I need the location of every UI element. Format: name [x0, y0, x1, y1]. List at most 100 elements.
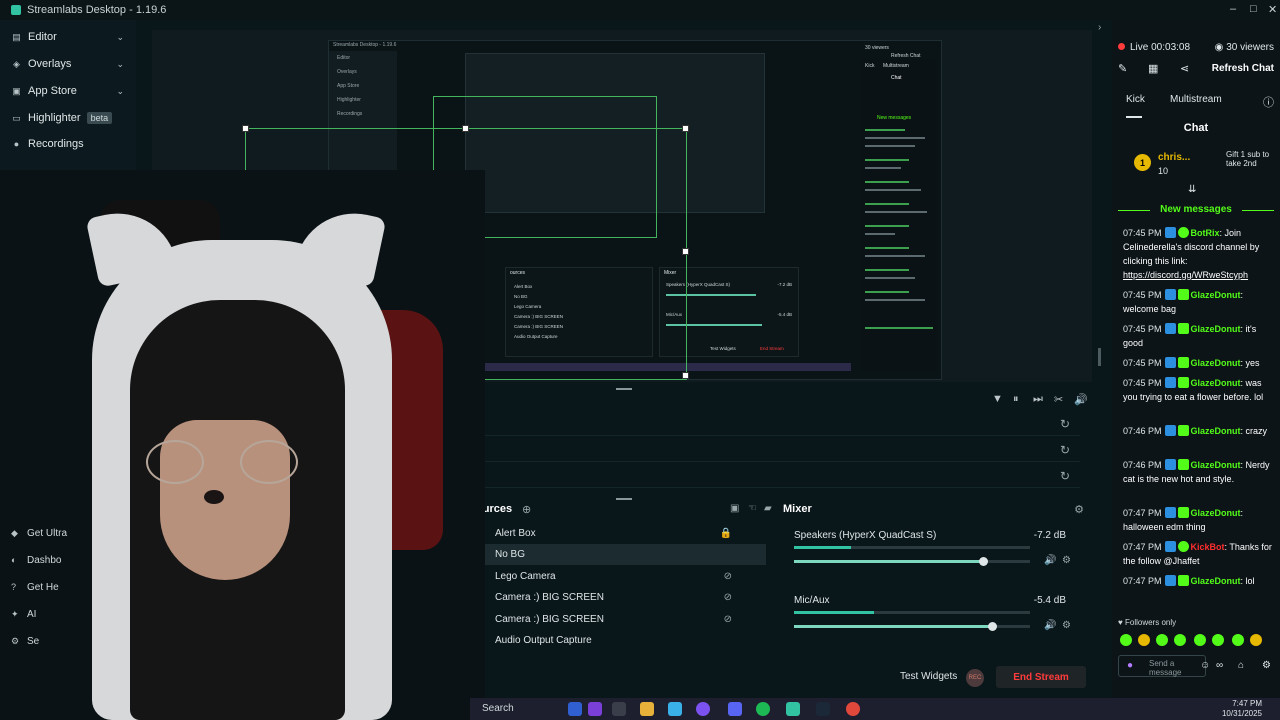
message-user[interactable]: GlazeDonut [1191, 576, 1241, 586]
chevron-down-icon[interactable]: ⌄ [116, 32, 124, 43]
source-row-camera-big-screen[interactable]: ● Camera :) BIG SCREEN ⊘ [476, 609, 766, 630]
sidebar-item-dashboard[interactable]: ◐ Dashbo [0, 549, 136, 571]
filter-icon[interactable]: ▼ [992, 393, 1003, 405]
gear-icon[interactable]: ⚙ [1062, 620, 1071, 631]
reload-icon[interactable]: ↻ [1060, 443, 1070, 457]
chat-message-input[interactable]: ● Send a message [1118, 655, 1206, 677]
taskbar-app-icon[interactable] [612, 702, 626, 716]
end-stream-button[interactable]: End Stream [996, 666, 1086, 688]
close-button[interactable]: ✕ [1268, 3, 1277, 16]
scene-row[interactable]: ↻ [480, 414, 1080, 436]
tab-kick[interactable]: Kick [1126, 94, 1145, 105]
chevron-down-icon[interactable]: ⌄ [116, 59, 124, 70]
sidebar-item-recordings[interactable]: ● Recordings [0, 131, 136, 157]
mic-icon[interactable]: ● [1127, 660, 1133, 671]
scene-row[interactable]: ↻ [480, 466, 1080, 488]
sidebar-item-app-store[interactable]: ▣ App Store ⌄ [0, 78, 136, 104]
emote-icon[interactable] [1194, 634, 1206, 646]
resize-handle[interactable] [682, 248, 689, 255]
volume-fader[interactable] [794, 622, 1030, 631]
emote-icon[interactable] [1232, 634, 1244, 646]
cursor-icon[interactable]: ☜ [748, 503, 757, 514]
folder-add-icon[interactable]: ▰ [764, 503, 772, 514]
source-row-audio-output-capture[interactable]: ● Audio Output Capture [476, 630, 766, 651]
chat-settings-icon[interactable]: ⚙ [1262, 660, 1271, 671]
scene-row[interactable]: ↻ [480, 440, 1080, 462]
message-user[interactable]: GlazeDonut [1191, 324, 1241, 334]
store-icon[interactable]: ⌂ [1238, 660, 1244, 671]
maximize-button[interactable]: □ [1250, 3, 1257, 15]
resize-handle[interactable] [242, 125, 249, 132]
test-widgets-button[interactable]: Test Widgets [900, 671, 957, 682]
source-row-camera-big-screen[interactable]: ● Camera :) BIG SCREEN ⊘ [476, 587, 766, 608]
emote-icon[interactable] [1120, 634, 1132, 646]
taskbar-app-icon[interactable] [696, 702, 710, 716]
emote-icon[interactable] [1174, 634, 1186, 646]
volume-fader-knob[interactable] [978, 557, 988, 566]
message-link[interactable]: https://discord.gg/WRweStcyph [1123, 270, 1248, 280]
mixer-settings-icon[interactable]: ✂ [1054, 393, 1063, 406]
volume-icon[interactable]: 🔊 [1074, 393, 1088, 406]
reload-icon[interactable]: ↻ [1060, 469, 1070, 483]
message-user[interactable]: GlazeDonut [1191, 358, 1241, 368]
resize-handle[interactable] [682, 372, 689, 379]
message-user[interactable]: GlazeDonut [1191, 460, 1241, 470]
taskbar-search[interactable]: Search [482, 703, 514, 714]
pause-icon[interactable]: ⏸ [1013, 393, 1019, 406]
spotify-icon[interactable] [756, 702, 770, 716]
next-icon[interactable]: ⏭ [1033, 393, 1043, 406]
volume-fader-knob[interactable] [988, 622, 998, 631]
folder-icon[interactable]: ▣ [730, 503, 739, 514]
resize-handle[interactable] [682, 125, 689, 132]
source-row-alert-box[interactable]: ● Alert Box 🔒 [476, 523, 766, 544]
discord-icon[interactable] [728, 702, 742, 716]
resize-handle[interactable] [462, 125, 469, 132]
message-user[interactable]: GlazeDonut [1191, 290, 1241, 300]
gear-icon[interactable]: ⚙ [1062, 555, 1071, 566]
message-user[interactable]: GlazeDonut [1191, 508, 1241, 518]
emote-icon[interactable] [1212, 634, 1224, 646]
hidden-icon[interactable]: ⊘ [724, 571, 732, 582]
share-icon[interactable]: ⋖ [1180, 62, 1189, 75]
sidebar-item-get-help[interactable]: ? Get He [0, 576, 136, 598]
emote-icon[interactable] [1156, 634, 1168, 646]
steam-icon[interactable] [816, 702, 830, 716]
reload-icon[interactable]: ↻ [1060, 417, 1070, 431]
gear-icon[interactable]: ⚙ [1074, 503, 1084, 516]
tab-multistream[interactable]: Multistream [1170, 94, 1222, 105]
sidebar-item-editor[interactable]: ▤ Editor ⌄ [0, 24, 136, 50]
scrollbar[interactable] [1098, 348, 1101, 366]
lock-icon[interactable]: 🔒 [720, 528, 732, 539]
edit-icon[interactable]: ✎ [1118, 62, 1127, 75]
file-explorer-icon[interactable] [640, 702, 654, 716]
sidebar-item-get-ultra[interactable]: ◆ Get Ultra [0, 522, 136, 544]
message-user[interactable]: GlazeDonut [1191, 378, 1241, 388]
more-icon[interactable]: ∞ [1216, 660, 1223, 671]
emote-picker-icon[interactable]: ☺ [1200, 660, 1210, 671]
taskbar-app-icon[interactable] [588, 702, 602, 716]
message-user[interactable]: GlazeDonut [1191, 426, 1241, 436]
taskbar-clock[interactable]: 7:47 PM 10/31/2025 [1222, 699, 1262, 719]
minimize-button[interactable]: – [1230, 3, 1236, 15]
sidebar-item-ai[interactable]: ✦ AI [0, 603, 136, 625]
add-source-icon[interactable]: ⊕ [522, 503, 531, 516]
info-icon[interactable]: ⓘ [1263, 94, 1274, 110]
taskbar-app-icon[interactable] [568, 702, 582, 716]
sidebar-item-settings[interactable]: ⚙ Se [0, 630, 136, 652]
speaker-icon[interactable]: 🔊 [1044, 620, 1056, 631]
message-user[interactable]: KickBot [1191, 542, 1225, 552]
speaker-icon[interactable]: 🔊 [1044, 555, 1056, 566]
sidebar-item-overlays[interactable]: ◈ Overlays ⌄ [0, 51, 136, 77]
source-row-lego-camera[interactable]: ● Lego Camera ⊘ [476, 566, 766, 587]
refresh-chat-button[interactable]: Refresh Chat [1212, 63, 1274, 74]
emote-icon[interactable] [1250, 634, 1262, 646]
taskbar-app-icon[interactable] [668, 702, 682, 716]
chrome-icon[interactable] [846, 702, 860, 716]
streamlabs-taskbar-icon[interactable] [786, 702, 800, 716]
hidden-icon[interactable]: ⊘ [724, 614, 732, 625]
source-row-no-bg[interactable]: ● No BG [476, 544, 766, 565]
emote-icon[interactable] [1138, 634, 1150, 646]
message-user[interactable]: BotRix [1191, 228, 1220, 238]
record-button[interactable]: REC [966, 669, 984, 687]
pinned-gift-sub[interactable]: 1 chris... 10 Gift 1 sub to take 2nd [1134, 150, 1274, 186]
